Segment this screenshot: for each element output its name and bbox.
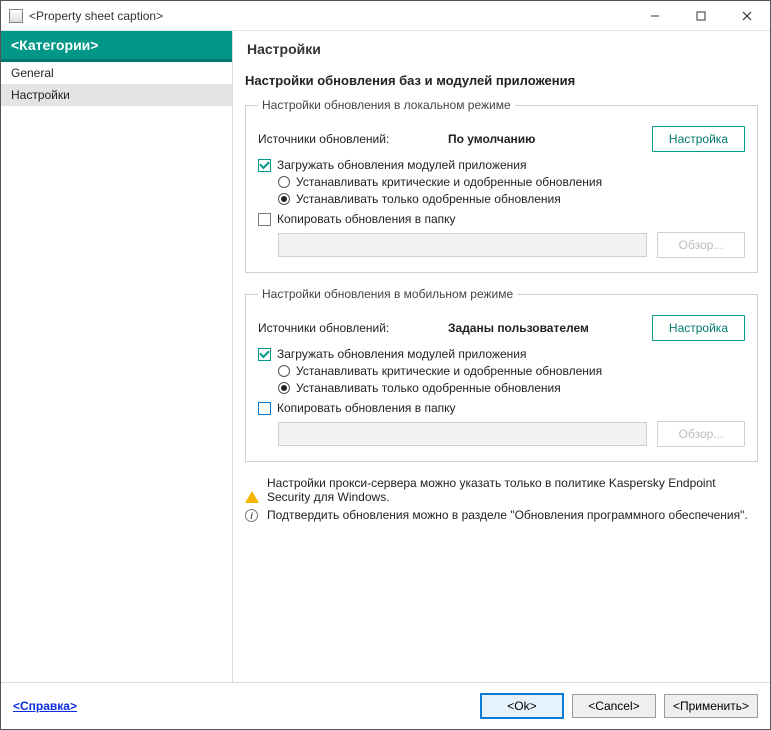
- proxy-note-text: Настройки прокси-сервера можно указать т…: [267, 476, 758, 504]
- page-title: Настройки: [233, 31, 770, 67]
- local-copy-path-input: [278, 233, 647, 257]
- mobile-sources-row: Источники обновлений: Заданы пользовател…: [258, 315, 745, 341]
- radio-label: Устанавливать критические и одобренные о…: [296, 175, 602, 189]
- mobile-download-modules-checkbox[interactable]: Загружать обновления модулей приложения: [258, 347, 745, 361]
- radio-label: Устанавливать только одобренные обновлен…: [296, 381, 561, 395]
- sidebar-item-general[interactable]: General: [1, 62, 232, 84]
- close-icon: [742, 11, 752, 21]
- local-copy-to-folder-checkbox[interactable]: Копировать обновления в папку: [258, 212, 745, 226]
- checkbox-label: Копировать обновления в папку: [277, 401, 456, 415]
- checkbox-icon: [258, 159, 271, 172]
- sidebar-item-settings[interactable]: Настройки: [1, 84, 232, 106]
- warning-icon: [245, 477, 259, 491]
- ok-button[interactable]: <Ok>: [480, 693, 564, 719]
- maximize-button[interactable]: [678, 1, 724, 31]
- mobile-mode-legend: Настройки обновления в мобильном режиме: [258, 287, 517, 301]
- mobile-radio-critical-approved[interactable]: Устанавливать критические и одобренные о…: [278, 364, 745, 378]
- mobile-copy-path-row: Обзор...: [278, 421, 745, 447]
- close-button[interactable]: [724, 1, 770, 31]
- local-config-button[interactable]: Настройка: [652, 126, 745, 152]
- checkbox-label: Загружать обновления модулей приложения: [277, 347, 526, 361]
- category-sidebar: <Категории> General Настройки: [1, 31, 233, 682]
- local-radio-critical-approved[interactable]: Устанавливать критические и одобренные о…: [278, 175, 745, 189]
- titlebar: <Property sheet caption>: [1, 1, 770, 31]
- apply-button[interactable]: <Применить>: [664, 694, 758, 718]
- mobile-mode-group: Настройки обновления в мобильном режиме …: [245, 287, 758, 462]
- local-sources-row: Источники обновлений: По умолчанию Настр…: [258, 126, 745, 152]
- window-title: <Property sheet caption>: [29, 9, 163, 23]
- checkbox-icon: [258, 348, 271, 361]
- section-title: Настройки обновления баз и модулей прило…: [245, 73, 758, 88]
- mobile-browse-button: Обзор...: [657, 421, 745, 447]
- sidebar-item-label: Настройки: [11, 88, 70, 102]
- mobile-sources-label: Источники обновлений:: [258, 321, 438, 335]
- mobile-copy-to-folder-checkbox[interactable]: Копировать обновления в папку: [258, 401, 745, 415]
- local-copy-path-row: Обзор...: [278, 232, 745, 258]
- sidebar-item-label: General: [11, 66, 54, 80]
- mobile-copy-path-input: [278, 422, 647, 446]
- checkbox-label: Копировать обновления в папку: [277, 212, 456, 226]
- notes-block: Настройки прокси-сервера можно указать т…: [245, 476, 758, 523]
- checkbox-icon: [258, 213, 271, 226]
- sidebar-header: <Категории>: [1, 31, 232, 62]
- radio-icon: [278, 193, 290, 205]
- local-radio-approved-only[interactable]: Устанавливать только одобренные обновлен…: [278, 192, 745, 206]
- minimize-icon: [650, 11, 660, 21]
- property-sheet-window: <Property sheet caption> <Категории> Gen…: [0, 0, 771, 730]
- confirm-note: i Подтвердить обновления можно в разделе…: [245, 508, 758, 523]
- checkbox-label: Загружать обновления модулей приложения: [277, 158, 526, 172]
- local-mode-group: Настройки обновления в локальном режиме …: [245, 98, 758, 273]
- local-mode-legend: Настройки обновления в локальном режиме: [258, 98, 515, 112]
- checkbox-icon: [258, 402, 271, 415]
- local-download-modules-checkbox[interactable]: Загружать обновления модулей приложения: [258, 158, 745, 172]
- local-install-radio-group: Устанавливать критические и одобренные о…: [278, 175, 745, 206]
- mobile-config-button[interactable]: Настройка: [652, 315, 745, 341]
- local-sources-value: По умолчанию: [448, 132, 535, 146]
- info-icon: i: [245, 509, 259, 523]
- radio-icon: [278, 382, 290, 394]
- mobile-sources-value: Заданы пользователем: [448, 321, 589, 335]
- main-panel: Настройки Настройки обновления баз и мод…: [233, 31, 770, 682]
- maximize-icon: [696, 11, 706, 21]
- proxy-note: Настройки прокси-сервера можно указать т…: [245, 476, 758, 504]
- local-browse-button: Обзор...: [657, 232, 745, 258]
- help-link[interactable]: <Справка>: [13, 699, 77, 713]
- cancel-button[interactable]: <Cancel>: [572, 694, 656, 718]
- mobile-install-radio-group: Устанавливать критические и одобренные о…: [278, 364, 745, 395]
- dialog-footer: <Справка> <Ok> <Cancel> <Применить>: [1, 682, 770, 729]
- radio-label: Устанавливать только одобренные обновлен…: [296, 192, 561, 206]
- minimize-button[interactable]: [632, 1, 678, 31]
- radio-icon: [278, 176, 290, 188]
- confirm-note-text: Подтвердить обновления можно в разделе "…: [267, 508, 748, 522]
- local-sources-label: Источники обновлений:: [258, 132, 438, 146]
- app-icon: [9, 9, 23, 23]
- radio-icon: [278, 365, 290, 377]
- mobile-radio-approved-only[interactable]: Устанавливать только одобренные обновлен…: [278, 381, 745, 395]
- radio-label: Устанавливать критические и одобренные о…: [296, 364, 602, 378]
